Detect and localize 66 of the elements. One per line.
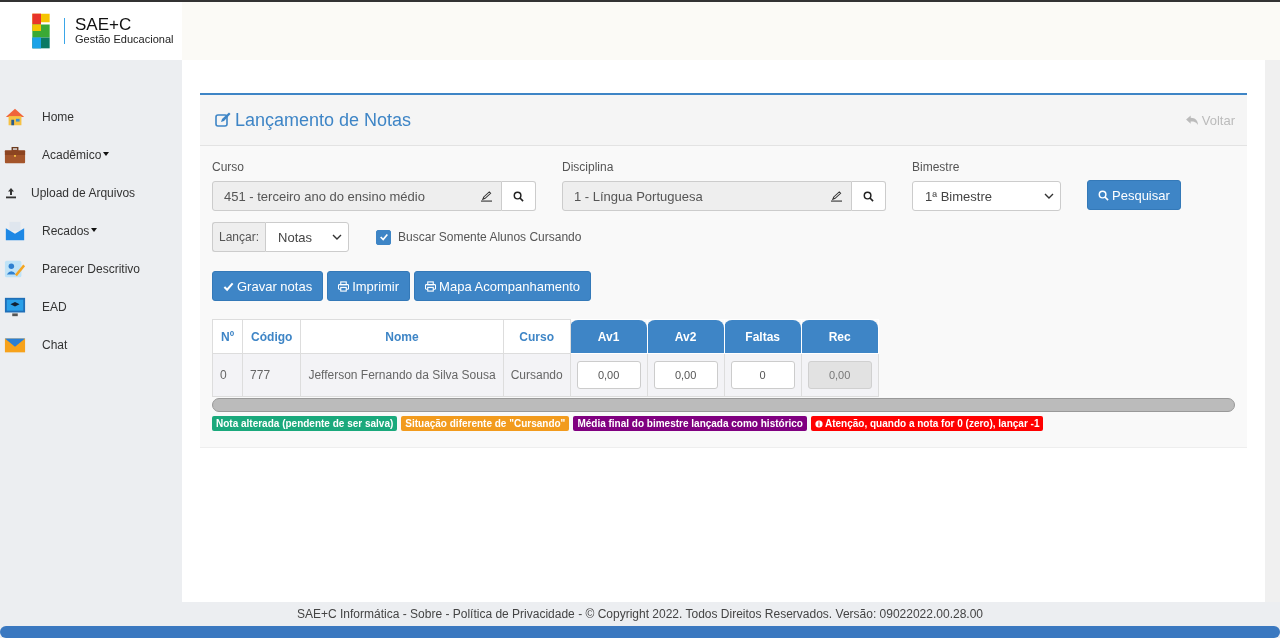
- chevron-down-icon: [1044, 193, 1054, 199]
- check-icon: [223, 280, 234, 292]
- edit-icon: [215, 112, 231, 128]
- grade-input[interactable]: 0,00: [653, 361, 718, 389]
- table-cell: Cursando: [503, 353, 571, 397]
- column-header: Nº: [212, 319, 243, 354]
- sidebar-item[interactable]: Home: [0, 98, 182, 136]
- chevron-down-icon: [332, 234, 343, 240]
- sidebar-item[interactable]: Upload de Arquivos: [0, 174, 182, 212]
- launch-label: Lançar:: [212, 222, 266, 252]
- column-header: Faltas: [724, 319, 802, 354]
- panel-title: Lançamento de Notas: [235, 109, 412, 131]
- action-button[interactable]: Mapa Acompanhamento: [414, 271, 592, 301]
- column-header: Av2: [647, 319, 725, 354]
- grade-input[interactable]: 0: [730, 361, 795, 389]
- checkbox[interactable]: [376, 229, 392, 245]
- sidebar-item[interactable]: Chat: [0, 326, 182, 364]
- table-cell: 777: [242, 353, 301, 397]
- search-button[interactable]: [852, 181, 886, 211]
- sidebar-item[interactable]: Acadêmico: [0, 136, 182, 174]
- grade-input[interactable]: 0,00: [576, 361, 641, 389]
- pen-icon: [480, 190, 493, 202]
- logo-title: SAE+C: [75, 16, 133, 35]
- column-header: Curso: [503, 319, 571, 354]
- action-button[interactable]: Imprimir: [327, 271, 411, 301]
- search-submit-button[interactable]: Pesquisar: [1087, 180, 1181, 210]
- search-icon: [513, 190, 524, 202]
- scrollbar[interactable]: [212, 398, 1235, 412]
- course-field[interactable]: 451 - terceiro ano do ensino médio: [212, 181, 502, 211]
- check-icon: [378, 232, 389, 242]
- house-icon: [4, 106, 26, 128]
- subject-field[interactable]: 1 - Língua Portuguesa: [562, 181, 852, 211]
- field-label: Curso: [212, 160, 245, 174]
- sidebar-item[interactable]: EAD: [0, 288, 182, 326]
- sidebar-item[interactable]: Recados: [0, 212, 182, 250]
- pen-icon: [830, 190, 843, 202]
- legend-label: Atenção, quando a nota for 0 (zero), lançar -1: [811, 416, 1044, 431]
- search-button[interactable]: [502, 181, 536, 211]
- column-header: Rec: [801, 319, 879, 354]
- briefcase-icon: [4, 144, 26, 166]
- column-header: Nome: [300, 319, 504, 354]
- legend-label: Média final do bimestre lançada como histórico: [573, 416, 807, 431]
- logo-subtitle: Gestão Educacional: [75, 34, 174, 46]
- column-header: Av1: [570, 319, 648, 354]
- sidebar-item[interactable]: Parecer Descritivo: [0, 250, 182, 288]
- reply-arrow-icon: [1185, 114, 1199, 126]
- table-cell: Jefferson Fernando da Silva Sousa: [300, 353, 504, 397]
- info-icon: [815, 419, 823, 428]
- printer-icon: [425, 280, 437, 292]
- term-select[interactable]: 1ª Bimestre: [912, 181, 1061, 211]
- action-button[interactable]: Gravar notas: [212, 271, 324, 301]
- monitor-icon: [4, 296, 26, 318]
- envelope-icon: [4, 220, 26, 242]
- legend-label: Situação diferente de "Cursando": [401, 416, 570, 431]
- search-icon: [863, 190, 874, 202]
- printer-icon: [338, 280, 350, 292]
- column-header: Código: [242, 319, 301, 354]
- legend-label: Nota alterada (pendente de ser salva): [212, 416, 398, 431]
- launch-select[interactable]: Notas: [265, 222, 350, 252]
- search-icon: [1098, 189, 1109, 201]
- field-label: Bimestre: [912, 160, 961, 174]
- person-pen-icon: [4, 258, 26, 280]
- field-label: Disciplina: [562, 160, 615, 174]
- upload-icon: [5, 187, 17, 199]
- table-cell: 0: [212, 353, 243, 397]
- checkbox-label: Buscar Somente Alunos Cursando: [398, 230, 582, 244]
